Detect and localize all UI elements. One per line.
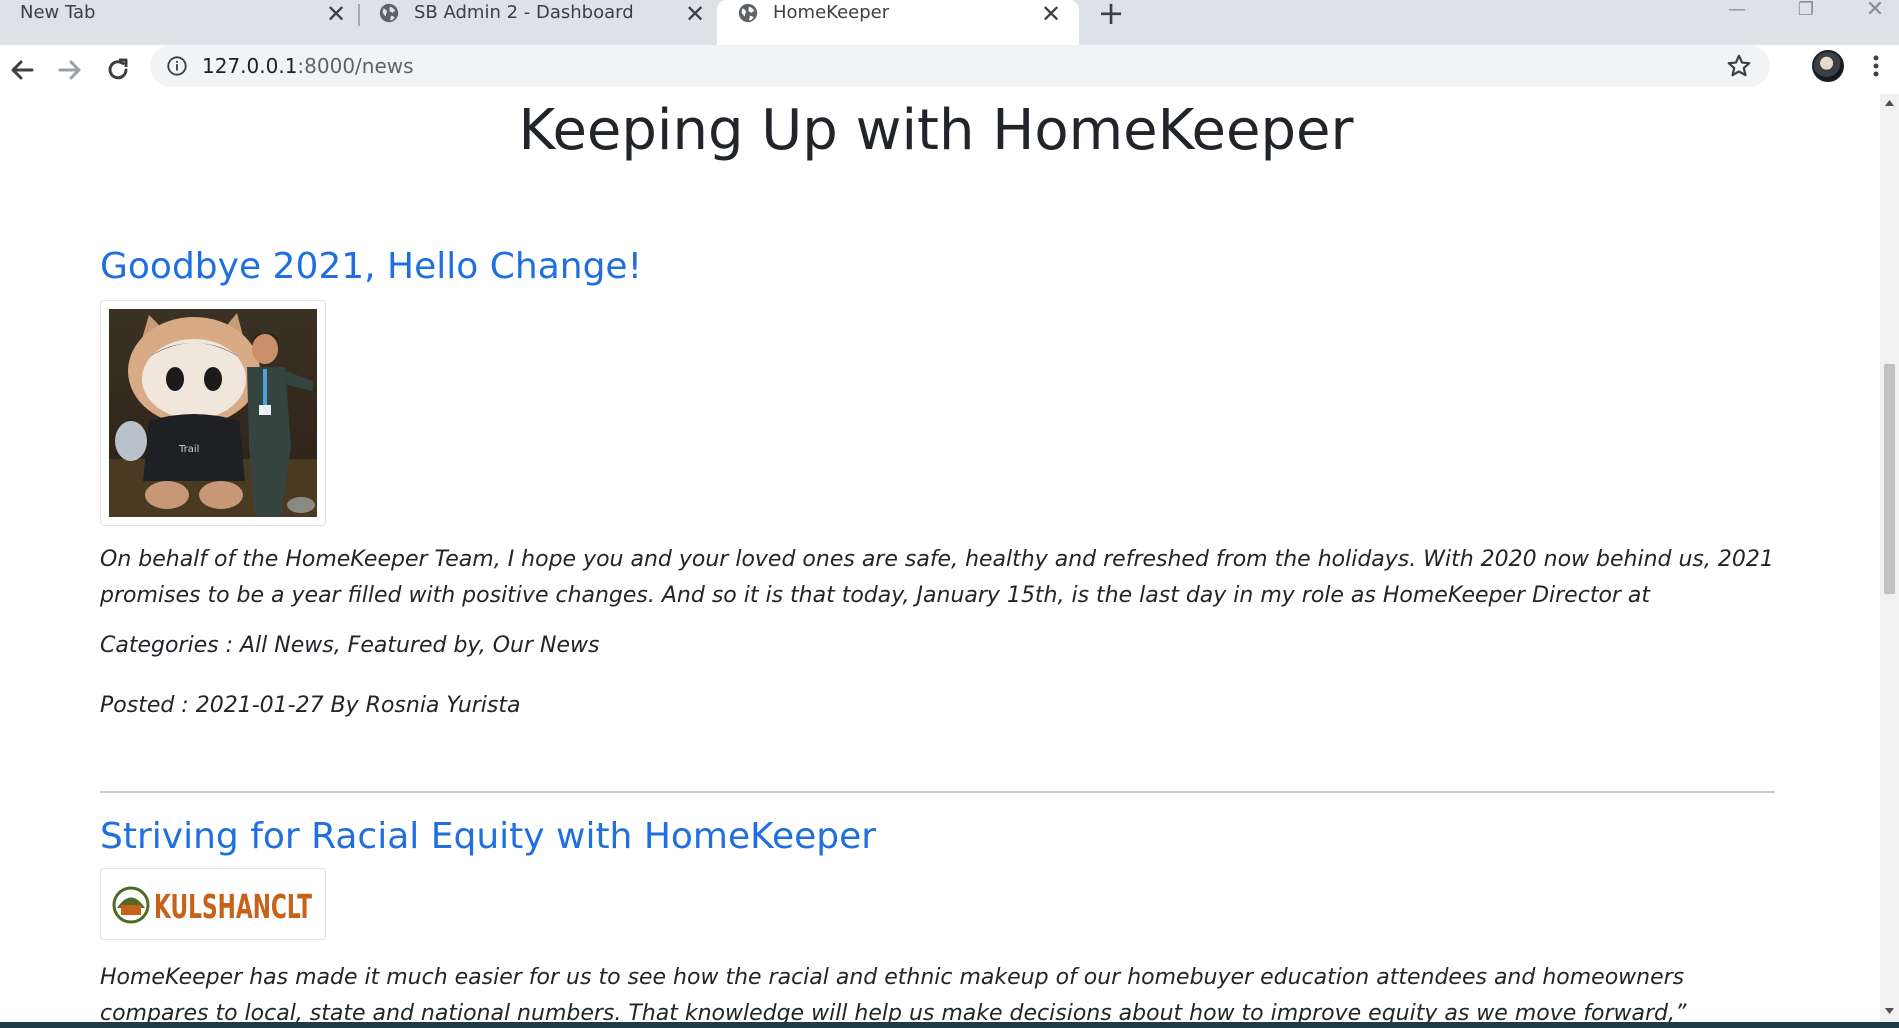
tab-label: SB Admin 2 - Dashboard <box>414 2 634 23</box>
page-scrollbar[interactable] <box>1880 94 1899 1024</box>
profile-avatar[interactable] <box>1812 50 1844 82</box>
kulshan-clt-logo: KULSHANCLT <box>112 886 312 926</box>
taskbar-edge <box>0 1022 1899 1028</box>
minimize-icon[interactable]: — <box>1717 0 1757 22</box>
article-title-link[interactable]: Striving for Racial Equity with HomeKeep… <box>100 816 1775 864</box>
reload-icon[interactable] <box>98 50 138 90</box>
logo-wordmark: KULSHANCLT <box>154 887 312 926</box>
close-icon[interactable]: ✕ <box>682 0 708 28</box>
close-icon[interactable]: ✕ <box>1038 0 1064 28</box>
url-port-path: :8000/news <box>297 54 414 78</box>
globe-icon <box>379 3 399 23</box>
news-article: Striving for Racial Equity with HomeKeep… <box>100 816 1775 1024</box>
new-tab-plus-icon[interactable]: + <box>1095 0 1127 29</box>
article-photo: Trail <box>109 309 317 517</box>
browser-tab-strip: New Tab ✕ SB Admin 2 - Dashboard ✕ HomeK… <box>0 0 1899 45</box>
article-excerpt: HomeKeeper has made it much easier for u… <box>100 965 1687 1024</box>
svg-text:Trail: Trail <box>178 444 199 455</box>
news-article: Goodbye 2021, Hello Change! Trail On beh… <box>100 246 1775 724</box>
restore-icon[interactable]: ❐ <box>1786 0 1826 22</box>
article-posted: Posted : 2021-01-27 By Rosnia Yurista <box>100 693 521 718</box>
tab-sb-admin-dashboard[interactable]: SB Admin 2 - Dashboard ✕ <box>362 0 714 45</box>
window-close-icon[interactable]: ✕ <box>1855 0 1895 22</box>
scroll-down-arrow-icon[interactable] <box>1883 1004 1896 1018</box>
article-thumbnail[interactable]: KULSHANCLT <box>100 868 326 940</box>
forward-arrow-icon[interactable] <box>50 50 90 90</box>
scroll-thumb[interactable] <box>1884 364 1895 594</box>
scroll-up-arrow-icon[interactable] <box>1883 96 1896 110</box>
url-host: 127.0.0.1 <box>202 54 298 78</box>
tab-label: HomeKeeper <box>773 2 890 23</box>
address-bar[interactable]: 127.0.0.1:8000/news <box>150 45 1770 87</box>
tab-homekeeper[interactable]: HomeKeeper ✕ <box>717 0 1079 45</box>
tab-label: New Tab <box>20 2 96 23</box>
page-content: Keeping Up with HomeKeeper Goodbye 2021,… <box>0 94 1880 1024</box>
site-info-icon[interactable] <box>166 55 188 77</box>
article-excerpt: On behalf of the HomeKeeper Team, I hope… <box>100 547 1774 608</box>
article-divider <box>100 791 1775 793</box>
article-title-link[interactable]: Goodbye 2021, Hello Change! <box>100 246 1775 294</box>
tab-new-tab[interactable]: New Tab ✕ <box>0 0 355 45</box>
page-title: Keeping Up with HomeKeeper <box>518 98 1354 163</box>
more-menu-icon[interactable] <box>1866 50 1886 82</box>
back-arrow-icon[interactable] <box>2 50 42 90</box>
close-icon[interactable]: ✕ <box>323 0 349 28</box>
bookmark-star-icon[interactable] <box>1726 53 1752 79</box>
article-categories: Categories : All News, Featured by, Our … <box>100 633 600 658</box>
url-text[interactable]: 127.0.0.1:8000/news <box>202 54 414 78</box>
tab-separator <box>358 4 360 26</box>
article-thumbnail[interactable]: Trail <box>100 300 326 526</box>
globe-icon <box>738 3 758 23</box>
